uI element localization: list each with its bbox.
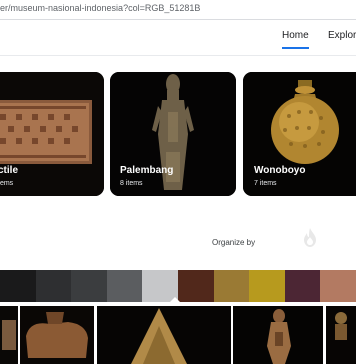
color-swatch[interactable]	[0, 270, 36, 302]
color-swatch[interactable]	[284, 270, 321, 302]
color-swatch[interactable]	[71, 270, 107, 302]
figure-thumbnail[interactable]	[326, 306, 356, 364]
card-item-count: 7 items	[254, 180, 277, 187]
vessel-image	[243, 72, 356, 196]
textile-image	[0, 72, 104, 196]
artifact-thumbnail[interactable]	[0, 306, 18, 364]
organize-by-label: Organize by	[212, 238, 256, 247]
tab-explore[interactable]: Explore	[328, 30, 356, 41]
color-swatch[interactable]	[249, 270, 285, 302]
color-swatch-selected[interactable]	[177, 270, 214, 302]
flame-icon[interactable]	[298, 226, 322, 250]
color-swatch[interactable]	[35, 270, 72, 302]
card-title: Wonoboyo	[254, 165, 306, 176]
artifact-thumbnail-row	[0, 306, 356, 364]
vessel-thumbnail[interactable]	[20, 306, 94, 364]
color-swatch[interactable]	[106, 270, 143, 302]
card-title: Palembang	[120, 165, 174, 176]
color-swatch[interactable]	[213, 270, 250, 302]
color-swatch[interactable]	[320, 270, 356, 302]
collection-card-textile[interactable]: ctile tems	[0, 72, 104, 196]
textile-thumbnail[interactable]	[97, 306, 231, 364]
statue-thumbnail[interactable]	[233, 306, 323, 364]
top-navigation: Home Explore	[0, 20, 356, 56]
collection-card-wonoboyo[interactable]: Wonoboyo 7 items	[243, 72, 356, 196]
card-item-count: tems	[0, 180, 14, 187]
card-item-count: 8 items	[120, 180, 143, 187]
url-text[interactable]: er/museum-nasional-indonesia?col=RGB_512…	[0, 3, 200, 13]
collection-card-palembang[interactable]: Palembang 8 items	[110, 72, 236, 196]
selected-color-pointer	[170, 297, 180, 302]
browser-address-bar[interactable]: er/museum-nasional-indonesia?col=RGB_512…	[0, 0, 356, 20]
statue-image	[110, 72, 236, 196]
tab-home[interactable]: Home	[282, 30, 309, 49]
card-title: ctile	[0, 165, 19, 176]
